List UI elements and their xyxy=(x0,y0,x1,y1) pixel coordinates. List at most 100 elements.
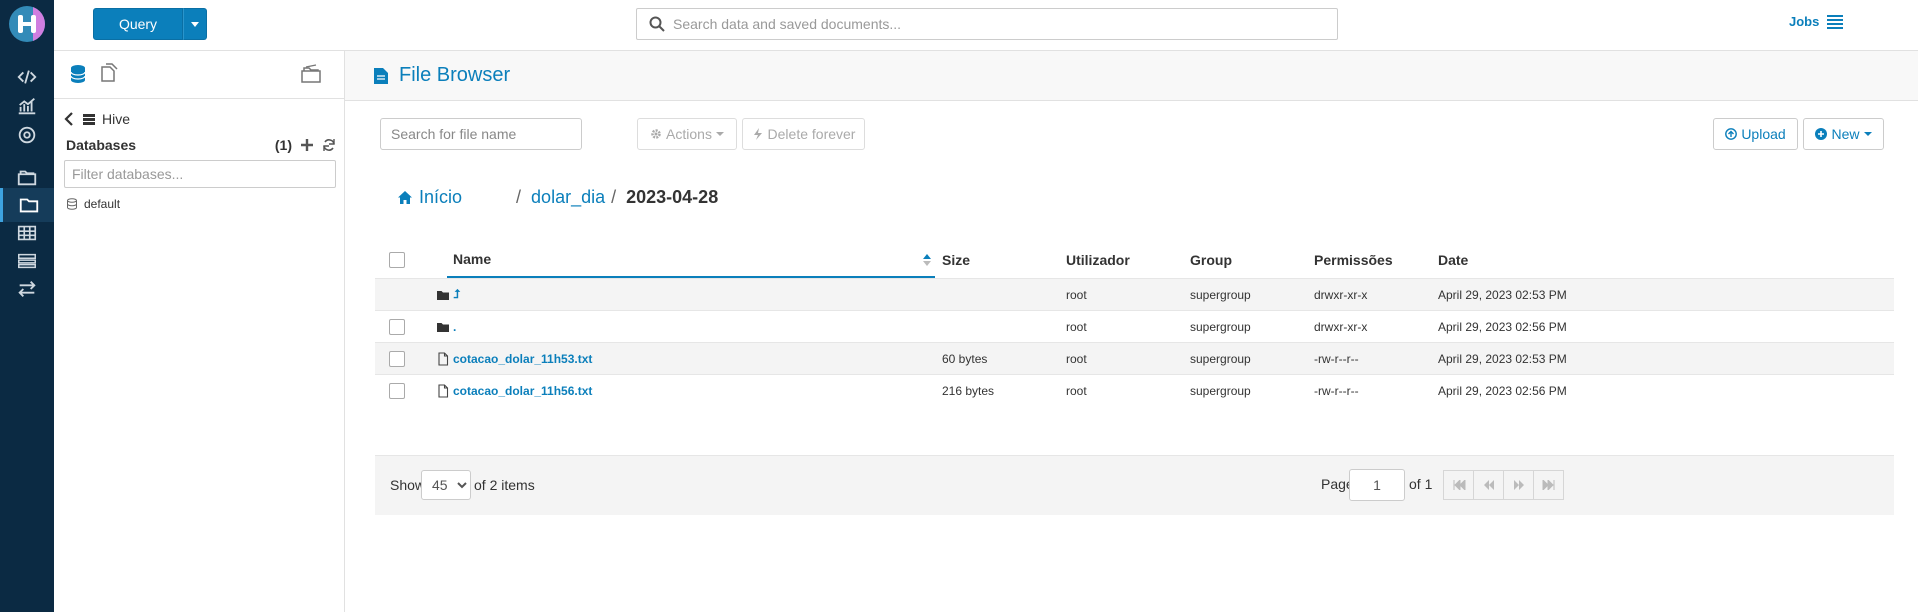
first-page-icon xyxy=(1453,480,1465,490)
select-all-checkbox[interactable] xyxy=(389,252,405,268)
file-name-link[interactable]: cotacao_dolar_11h53.txt xyxy=(453,352,592,366)
app-root: Query Jobs Hive Databases (1) xyxy=(0,0,1918,612)
plus-icon[interactable] xyxy=(300,138,314,152)
jobs-button[interactable]: Jobs xyxy=(1789,14,1844,29)
page-size-select[interactable]: 45 xyxy=(421,470,471,500)
assist-tabs xyxy=(54,51,344,99)
hue-logo[interactable] xyxy=(9,6,45,42)
database-tab-icon[interactable] xyxy=(67,63,89,85)
database-item[interactable]: default xyxy=(66,197,120,211)
file-permissions: drwxr-xr-x xyxy=(1314,319,1368,334)
jobs-list-icon xyxy=(1827,14,1844,29)
table-row[interactable]: cotacao_dolar_11h56.txt 216 bytes root s… xyxy=(375,374,1894,406)
file-group: supergroup xyxy=(1190,351,1251,366)
upload-button[interactable]: Upload xyxy=(1713,118,1798,150)
column-name-label: Name xyxy=(453,251,492,267)
scheduler-nav-icon[interactable] xyxy=(0,118,54,152)
row-checkbox[interactable] xyxy=(389,350,405,367)
file-user: root xyxy=(1066,383,1087,398)
file-browser: File Browser Actions Delete forever Uplo… xyxy=(345,51,1918,612)
top-bar: Query Jobs xyxy=(54,0,1918,51)
global-search[interactable] xyxy=(636,8,1338,40)
assist-panel: Hive Databases (1) default xyxy=(54,51,345,612)
database-filter-input[interactable] xyxy=(64,160,336,188)
documents-tab-icon[interactable] xyxy=(97,63,119,85)
bolt-icon xyxy=(753,128,762,140)
actions-button[interactable]: Actions xyxy=(637,118,737,150)
nav-rail xyxy=(0,0,54,612)
file-icon xyxy=(438,383,449,398)
sort-ascending-icon[interactable] xyxy=(922,253,932,267)
previous-page-button[interactable] xyxy=(1473,470,1504,500)
file-permissions: drwxr-xr-x xyxy=(1314,287,1368,302)
breadcrumb-home-label: Início xyxy=(419,187,463,207)
next-page-icon xyxy=(1513,480,1524,490)
previous-page-icon xyxy=(1483,480,1494,490)
last-page-button[interactable] xyxy=(1533,470,1564,500)
breadcrumb: Início / dolar_dia / 2023-04-28 xyxy=(397,187,718,208)
assist-source-breadcrumb[interactable]: Hive xyxy=(64,111,130,127)
plus-circle-icon xyxy=(1815,128,1828,140)
file-size: 216 bytes xyxy=(942,383,995,398)
next-page-button[interactable] xyxy=(1503,470,1534,500)
file-group: supergroup xyxy=(1190,319,1251,334)
file-user: root xyxy=(1066,287,1087,302)
new-label: New xyxy=(1831,126,1860,142)
page-title: File Browser xyxy=(399,64,511,86)
page-count: of 1 xyxy=(1409,476,1433,492)
importer-nav-icon[interactable] xyxy=(0,272,54,306)
file-user: root xyxy=(1066,319,1087,334)
query-button-group: Query xyxy=(93,8,207,40)
actions-label: Actions xyxy=(666,126,712,142)
file-name-link[interactable]: ⮥ xyxy=(453,287,460,302)
breadcrumb-folder[interactable]: dolar_dia xyxy=(531,187,605,208)
upload-label: Upload xyxy=(1741,126,1786,142)
database-icon xyxy=(67,198,77,210)
column-header-permissions[interactable]: Permissões xyxy=(1314,252,1393,268)
column-header-user[interactable]: Utilizador xyxy=(1066,252,1130,268)
delete-forever-button[interactable]: Delete forever xyxy=(742,118,865,150)
query-button[interactable]: Query xyxy=(93,8,183,40)
breadcrumb-separator: / xyxy=(611,187,617,207)
chevron-left-icon[interactable] xyxy=(64,112,74,126)
table-footer: Show 45 of 2 items Page of 1 xyxy=(375,455,1894,515)
table-row[interactable]: . root supergroup drwxr-xr-x April 29, 2… xyxy=(375,310,1894,342)
breadcrumb-separator: / xyxy=(516,187,522,207)
column-header-size[interactable]: Size xyxy=(942,252,970,268)
gear-icon xyxy=(651,129,661,139)
column-header-name[interactable]: Name xyxy=(447,242,935,278)
file-date: April 29, 2023 02:53 PM xyxy=(1438,287,1567,302)
row-checkbox[interactable] xyxy=(389,318,405,335)
files-table: Name Size Utilizador Group Permissões Da… xyxy=(375,242,1894,406)
file-name-link[interactable]: cotacao_dolar_11h56.txt xyxy=(453,384,592,398)
breadcrumb-home[interactable]: Início xyxy=(397,187,462,208)
new-button[interactable]: New xyxy=(1803,118,1884,150)
file-user: root xyxy=(1066,351,1087,366)
table-row[interactable]: cotacao_dolar_11h53.txt 60 bytes root su… xyxy=(375,342,1894,374)
last-page-icon xyxy=(1542,480,1554,490)
open-folder-tab-icon[interactable] xyxy=(300,63,322,85)
file-permissions: -rw-r--r-- xyxy=(1314,351,1359,366)
file-date: April 29, 2023 02:56 PM xyxy=(1438,383,1567,398)
column-header-date[interactable]: Date xyxy=(1438,252,1468,268)
page-number-input[interactable] xyxy=(1349,469,1405,501)
refresh-icon[interactable] xyxy=(322,138,336,152)
first-page-button[interactable] xyxy=(1443,470,1474,500)
breadcrumb-current[interactable]: 2023-04-28 xyxy=(626,187,718,208)
jobs-label: Jobs xyxy=(1789,14,1820,29)
file-name-search-input[interactable] xyxy=(380,118,582,150)
file-icon xyxy=(438,351,449,366)
file-date: April 29, 2023 02:56 PM xyxy=(1438,319,1567,334)
column-header-group[interactable]: Group xyxy=(1190,252,1232,268)
query-dropdown-toggle[interactable] xyxy=(183,8,207,40)
file-icon xyxy=(374,67,388,84)
file-browser-header: File Browser xyxy=(345,51,1918,101)
table-row[interactable]: ⮥ root supergroup drwxr-xr-x April 29, 2… xyxy=(375,278,1894,310)
server-icon xyxy=(83,114,95,125)
chevron-down-icon xyxy=(1863,132,1872,136)
row-checkbox[interactable] xyxy=(389,382,405,399)
global-search-input[interactable] xyxy=(673,16,1273,32)
search-icon xyxy=(649,16,665,32)
table-header: Name Size Utilizador Group Permissões Da… xyxy=(375,242,1894,278)
file-name-link[interactable]: . xyxy=(453,320,456,334)
